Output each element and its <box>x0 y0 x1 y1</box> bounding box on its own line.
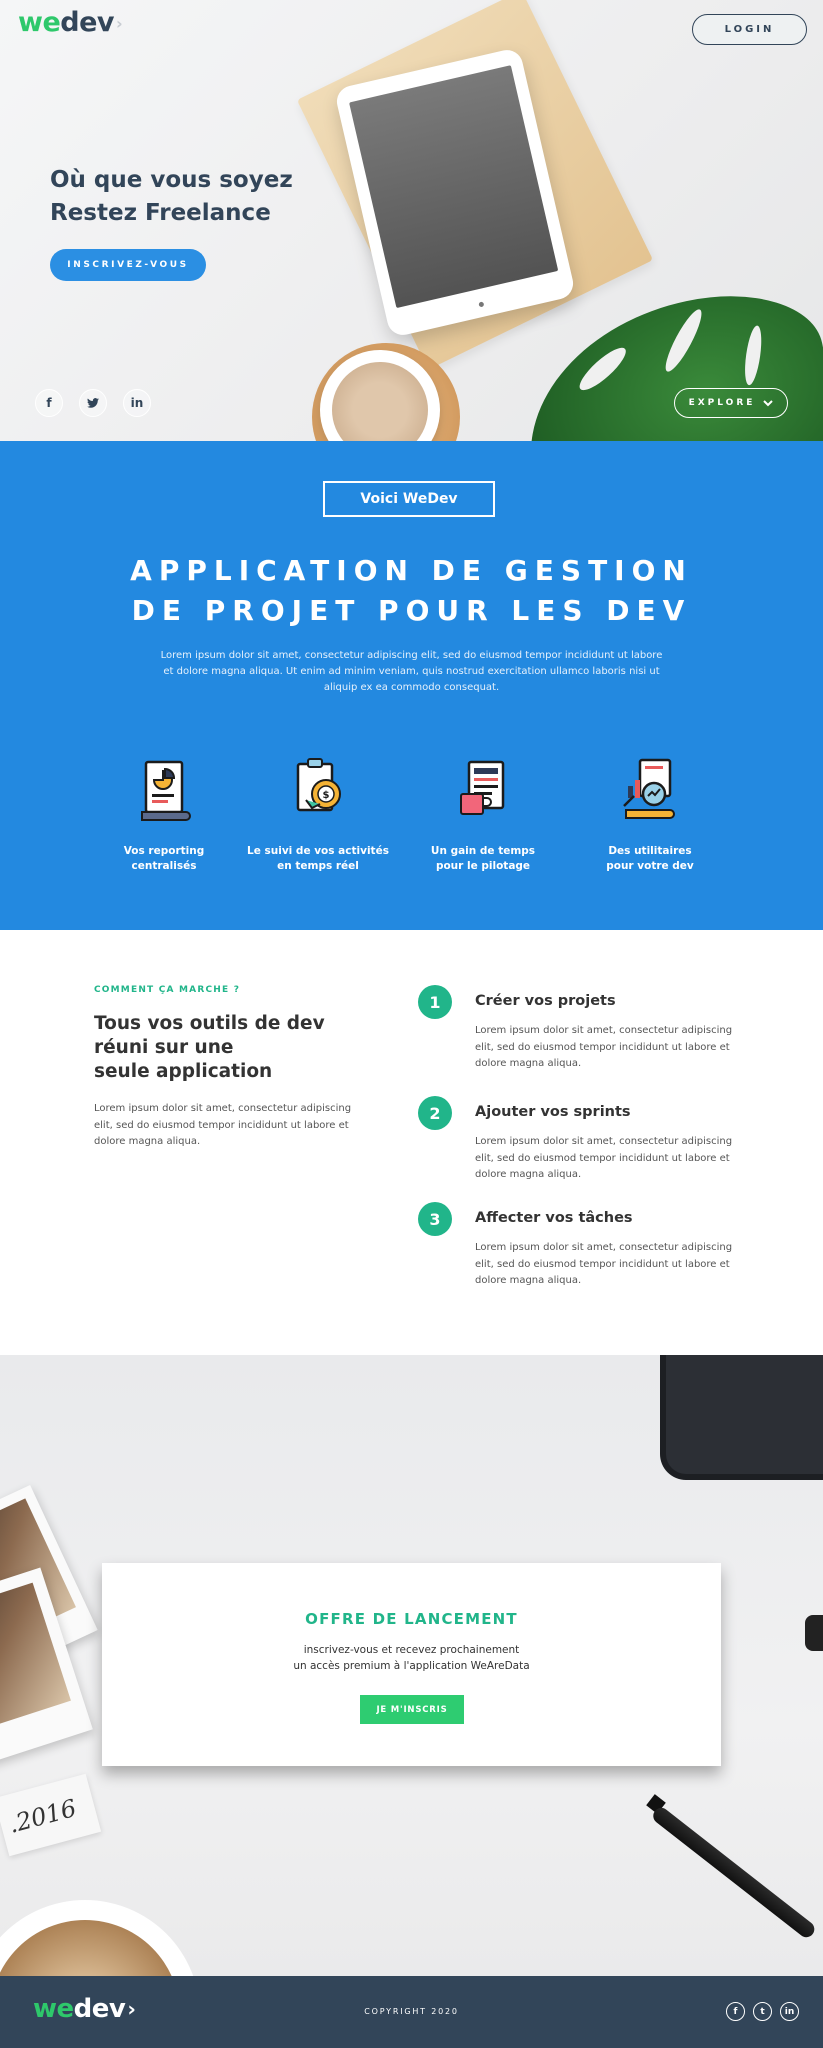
logo-chevron-icon: › <box>116 13 123 33</box>
smartphone-image <box>660 1355 823 1480</box>
feature-label-line1: Vos reporting <box>123 845 205 857</box>
offer-text-line2: un accès premium à l'application WeAreDa… <box>293 1660 530 1672</box>
feature-label-line1: Le suivi de vos activités <box>247 845 389 857</box>
step-description: Lorem ipsum dolor sit amet, consectetur … <box>475 1136 733 1180</box>
footer: wedev› COPYRIGHT 2020 f t in <box>0 1976 823 2048</box>
feature-label-line2: pour votre dev <box>606 860 694 872</box>
newspaper-coffee-icon <box>453 756 513 824</box>
feature-item: $ Le suivi de vos activités en temps réel <box>243 756 393 874</box>
feature-label-line1: Des utilitaires <box>608 845 692 857</box>
step-number-badge: 1 <box>418 985 452 1019</box>
step-number-badge: 2 <box>418 1096 452 1130</box>
report-document-icon <box>134 756 194 824</box>
analytics-tools-icon <box>620 756 680 824</box>
step-description: Lorem ipsum dolor sit amet, consectetur … <box>475 1025 733 1069</box>
coffee-mug-image <box>0 1900 200 1976</box>
facebook-icon[interactable]: f <box>726 2002 745 2021</box>
offer-text-line1: inscrivez-vous et recevez prochainement <box>303 1644 520 1656</box>
date-note: .2016 <box>0 1773 102 1857</box>
facebook-icon[interactable]: f <box>35 389 63 417</box>
pen-image <box>650 1804 818 1941</box>
feature-label-line2: pour le pilotage <box>435 860 531 872</box>
linkedin-icon[interactable]: in <box>780 2002 799 2021</box>
copyright-text: COPYRIGHT 2020 <box>364 2007 459 2016</box>
feature-item: Un gain de temps pour le pilotage <box>408 756 558 874</box>
step-title: Créer vos projets <box>475 993 616 1009</box>
step-title: Ajouter vos sprints <box>475 1104 631 1120</box>
intro-title: APPLICATION DE GESTION DE PROJET POUR LE… <box>0 551 823 631</box>
offer-card: OFFRE DE LANCEMENT inscrivez-vous et rec… <box>102 1563 721 1766</box>
offer-text: inscrivez-vous et recevez prochainement … <box>102 1642 721 1674</box>
how-kicker: COMMENT ÇA MARCHE ? <box>94 985 241 995</box>
intro-description: Lorem ipsum dolor sit amet, consectetur … <box>160 650 663 693</box>
how-title-line3: seule application <box>94 1061 273 1082</box>
feature-item: Vos reporting centralisés <box>89 756 239 874</box>
explore-button[interactable]: EXPLORE <box>674 388 788 418</box>
twitter-icon[interactable] <box>79 389 107 417</box>
binder-clip-image <box>805 1615 823 1651</box>
feature-label-line1: Un gain de temps <box>430 845 536 857</box>
intro-title-line1: APPLICATION DE GESTION <box>130 554 693 587</box>
offer-title: OFFRE DE LANCEMENT <box>305 1610 518 1628</box>
feature-item: Des utilitaires pour votre dev <box>575 756 725 874</box>
signup-button[interactable]: INSCRIVEZ-VOUS <box>50 249 206 281</box>
step-description: Lorem ipsum dolor sit amet, consectetur … <box>475 1242 733 1286</box>
how-title-line2: réuni sur une <box>94 1037 234 1058</box>
how-description: Lorem ipsum dolor sit amet, consectetur … <box>94 1103 352 1147</box>
svg-text:$: $ <box>323 790 330 801</box>
hero-title-line2: Restez <box>50 200 145 226</box>
hero-title-highlight: Freelance <box>145 200 271 226</box>
twitter-icon[interactable]: t <box>753 2002 772 2021</box>
feature-label-line2: en temps réel <box>277 860 359 872</box>
how-title: Tous vos outils de dev réuni sur une seu… <box>94 1012 354 1084</box>
login-button[interactable]: LOGIN <box>692 14 807 45</box>
linkedin-icon[interactable]: in <box>123 389 151 417</box>
step-title: Affecter vos tâches <box>475 1210 633 1226</box>
chevron-down-icon <box>763 399 774 406</box>
step-number-badge: 3 <box>418 1202 452 1236</box>
explore-label: EXPLORE <box>688 398 756 408</box>
intro-badge: Voici WeDev <box>323 481 495 517</box>
intro-title-line2: DE PROJET POUR LES DEV <box>131 594 692 627</box>
offer-signup-button[interactable]: JE M'INSCRIS <box>360 1695 464 1724</box>
logo-we: we <box>18 7 61 38</box>
hero-title: Où que vous soyez Restez Freelance <box>50 164 293 230</box>
intro-section: Voici WeDev APPLICATION DE GESTION DE PR… <box>0 441 823 930</box>
how-title-line1: Tous vos outils de dev <box>94 1013 325 1034</box>
hero-title-line1: Où que vous soyez <box>50 167 293 193</box>
how-it-works-section: COMMENT ÇA MARCHE ? Tous vos outils de d… <box>0 930 823 1355</box>
money-tracking-icon: $ <box>288 756 348 824</box>
brand-logo[interactable]: wedev › <box>18 7 123 38</box>
logo-dev: dev <box>60 7 115 38</box>
feature-label-line2: centralisés <box>131 860 197 872</box>
hero-section: wedev › LOGIN Où que vous soyez Restez Fr… <box>0 0 823 441</box>
